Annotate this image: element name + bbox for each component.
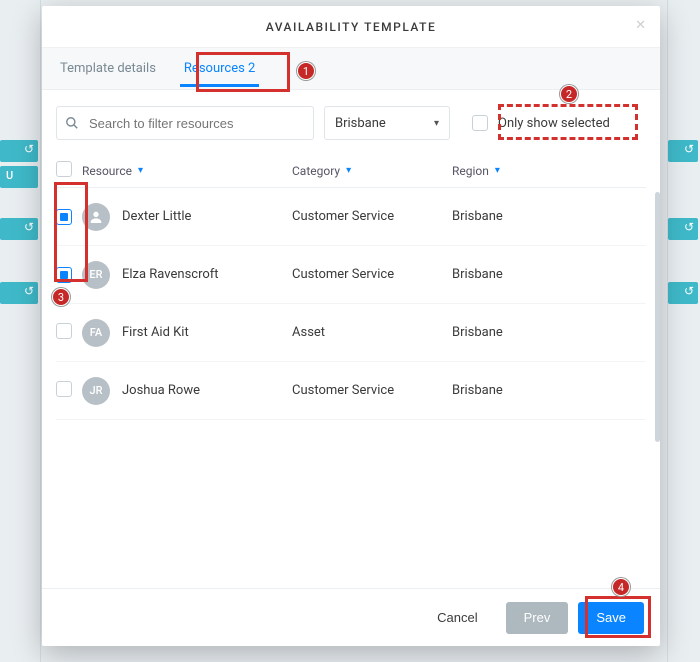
resource-category: Customer Service xyxy=(292,209,452,224)
bg-bar: U xyxy=(0,166,38,188)
scrollbar[interactable] xyxy=(655,192,660,442)
col-category[interactable]: Category▾ xyxy=(292,164,452,178)
resource-name: Dexter Little xyxy=(122,209,191,224)
chevron-down-icon: ▾ xyxy=(495,165,500,176)
resource-region: Brisbane xyxy=(452,267,646,282)
search-icon xyxy=(65,116,79,130)
save-button[interactable]: Save xyxy=(578,602,644,634)
only-show-selected: Only show selected xyxy=(460,115,646,131)
search-input-wrap[interactable] xyxy=(56,106,314,140)
chevron-down-icon: ▾ xyxy=(346,165,351,176)
region-select-value: Brisbane xyxy=(335,116,386,131)
col-region[interactable]: Region▾ xyxy=(452,164,646,178)
row-checkbox[interactable] xyxy=(56,323,72,339)
bg-bar: ↺ xyxy=(668,140,698,162)
only-selected-label: Only show selected xyxy=(498,116,610,131)
region-select[interactable]: Brisbane ▾ xyxy=(324,106,450,140)
bg-bar: ↺ xyxy=(0,218,38,240)
resource-category: Asset xyxy=(292,325,452,340)
table-row: Dexter Little Customer Service Brisbane xyxy=(56,188,646,246)
person-icon xyxy=(88,209,104,225)
modal-title: AVAILABILITY TEMPLATE xyxy=(266,20,436,34)
bg-bar: ↺ xyxy=(0,282,38,304)
tab-resources[interactable]: Resources 2 xyxy=(180,50,259,87)
filter-bar: Brisbane ▾ Only show selected xyxy=(42,90,660,154)
tab-template-details[interactable]: Template details xyxy=(56,50,160,87)
modal-header: AVAILABILITY TEMPLATE ✕ xyxy=(42,6,660,48)
table-row: ER Elza Ravenscroft Customer Service Bri… xyxy=(56,246,646,304)
only-selected-checkbox[interactable] xyxy=(472,115,488,131)
row-checkbox[interactable] xyxy=(56,267,72,283)
resource-region: Brisbane xyxy=(452,383,646,398)
resource-category: Customer Service xyxy=(292,267,452,282)
close-icon[interactable]: ✕ xyxy=(635,18,646,33)
avatar xyxy=(82,203,110,231)
resource-region: Brisbane xyxy=(452,209,646,224)
chevron-down-icon: ▾ xyxy=(138,165,143,176)
avatar: ER xyxy=(82,261,110,289)
resource-category: Customer Service xyxy=(292,383,452,398)
tab-resources-label: Resources xyxy=(184,61,245,76)
tab-resources-count: 2 xyxy=(248,61,255,76)
chevron-down-icon: ▾ xyxy=(434,118,439,129)
avatar: FA xyxy=(82,319,110,347)
row-checkbox[interactable] xyxy=(56,381,72,397)
resource-name: Joshua Rowe xyxy=(122,383,200,398)
resource-region: Brisbane xyxy=(452,325,646,340)
cancel-button[interactable]: Cancel xyxy=(419,602,495,634)
row-checkbox[interactable] xyxy=(56,209,72,225)
col-resource[interactable]: Resource▾ xyxy=(82,164,292,178)
tab-bar: Template details Resources 2 xyxy=(42,48,660,90)
avatar: JR xyxy=(82,377,110,405)
availability-template-modal: AVAILABILITY TEMPLATE ✕ Template details… xyxy=(42,6,660,646)
bg-bar: ↺ xyxy=(0,140,38,162)
bg-bar: ↺ xyxy=(668,218,698,240)
prev-button[interactable]: Prev xyxy=(506,602,569,634)
modal-footer: Cancel Prev Save xyxy=(42,588,660,646)
table-row: JR Joshua Rowe Customer Service Brisbane xyxy=(56,362,646,420)
bg-bar: ↺ xyxy=(668,282,698,304)
table-row: FA First Aid Kit Asset Brisbane xyxy=(56,304,646,362)
resource-name: Elza Ravenscroft xyxy=(122,267,219,282)
resources-table: Resource▾ Category▾ Region▾ Dexter Littl… xyxy=(42,154,660,588)
table-header: Resource▾ Category▾ Region▾ xyxy=(56,154,646,188)
select-all-checkbox[interactable] xyxy=(56,161,72,177)
resource-name: First Aid Kit xyxy=(122,325,189,340)
search-input[interactable] xyxy=(87,115,305,132)
